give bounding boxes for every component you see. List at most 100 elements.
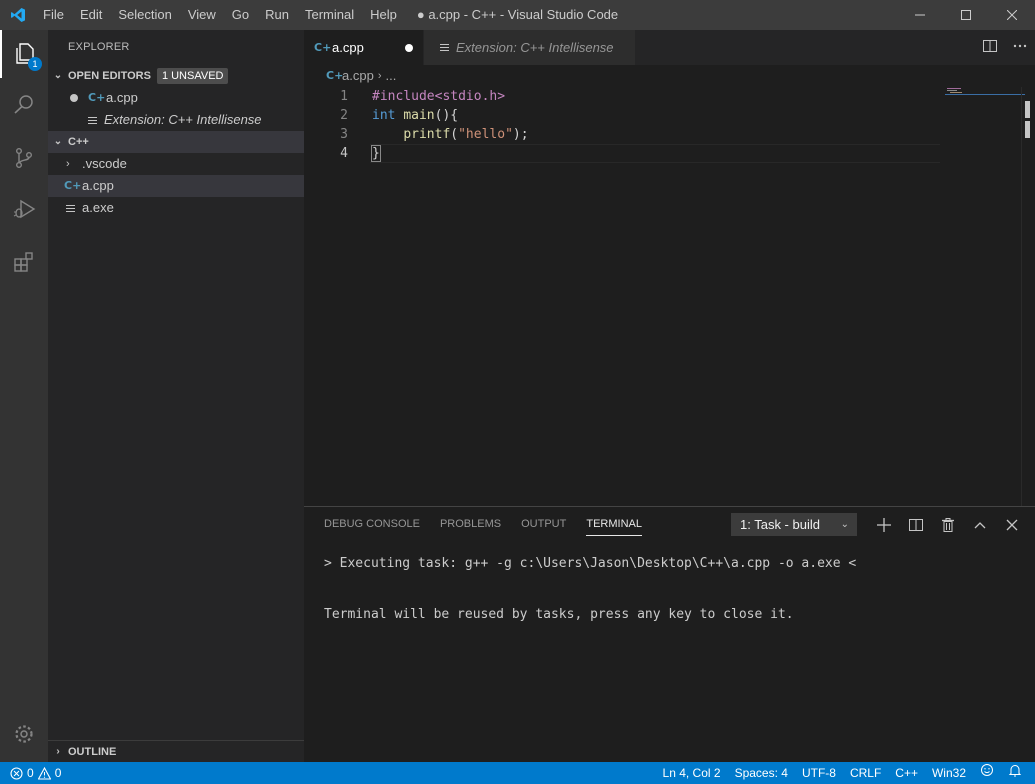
vscode-logo-icon <box>0 0 35 30</box>
panel-tab-output[interactable]: OUTPUT <box>511 507 576 542</box>
current-line-highlight <box>370 144 940 163</box>
chevron-down-icon: ⌄ <box>53 70 63 81</box>
manage-activity-button[interactable] <box>0 710 48 758</box>
breadcrumb-file[interactable]: a.cpp <box>342 65 374 87</box>
warning-icon <box>37 766 51 780</box>
menu-file[interactable]: File <box>35 0 72 30</box>
tab-label: a.cpp <box>332 40 364 55</box>
editor-tabs: C+ a.cpp Extension: C++ Intellisense <box>304 30 1035 65</box>
tab-a-cpp[interactable]: C+ a.cpp <box>304 30 424 65</box>
explorer-activity-button[interactable]: 1 <box>0 30 48 78</box>
tree-item-label: a.cpp <box>82 178 114 193</box>
unsaved-dot-icon[interactable] <box>405 43 413 52</box>
split-terminal-button[interactable] <box>900 513 932 536</box>
bell-icon <box>1008 765 1022 777</box>
problems-status[interactable]: 0 0 <box>10 762 61 784</box>
menu-run[interactable]: Run <box>257 0 297 30</box>
code-line-3: printf("hello"); <box>372 125 529 144</box>
close-window-button[interactable] <box>989 0 1035 30</box>
line-number: 1 <box>340 89 348 104</box>
ellipsis-icon <box>1013 44 1027 48</box>
search-activity-button[interactable] <box>0 80 48 128</box>
maximize-panel-button[interactable] <box>964 513 996 536</box>
more-actions-button[interactable] <box>1005 39 1035 56</box>
platform[interactable]: Win32 <box>925 762 973 784</box>
minimize-button[interactable] <box>897 0 943 30</box>
punct-token: ( <box>450 127 459 142</box>
open-editor-item-a-cpp[interactable]: C+ a.cpp <box>48 87 304 109</box>
feedback-button[interactable] <box>973 762 1001 784</box>
split-editor-button[interactable] <box>975 39 1005 56</box>
tree-item-label: a.exe <box>82 200 114 215</box>
editor-scrollbar[interactable] <box>1021 87 1035 506</box>
menu-view[interactable]: View <box>180 0 224 30</box>
breadcrumb: C+ a.cpp › ... <box>304 65 1035 87</box>
terminal-select[interactable]: 1: Task - build ⌄ <box>731 513 857 536</box>
punct-token: (){ <box>434 108 459 123</box>
bracket-match: } <box>371 145 381 162</box>
open-editors-label: OPEN EDITORS <box>68 70 151 82</box>
debug-icon <box>13 199 36 219</box>
source-control-icon <box>15 148 32 169</box>
folder-header[interactable]: ⌄ C++ <box>48 131 304 153</box>
tab-label: Extension: C++ Intellisense <box>456 40 614 55</box>
search-icon <box>14 95 33 114</box>
activity-bar: 1 <box>0 30 48 762</box>
kill-terminal-button[interactable] <box>932 513 964 536</box>
gear-icon <box>15 725 33 743</box>
end-of-line[interactable]: CRLF <box>843 762 888 784</box>
notifications-button[interactable] <box>1001 762 1029 784</box>
punct-token: ); <box>512 127 529 142</box>
source-control-activity-button[interactable] <box>0 134 48 182</box>
run-debug-activity-button[interactable] <box>0 185 48 233</box>
terminal-select-value: 1: Task - build <box>740 517 820 532</box>
open-editor-item-extension[interactable]: Extension: C++ Intellisense <box>48 109 304 131</box>
encoding[interactable]: UTF-8 <box>795 762 843 784</box>
minimap-preview <box>945 88 1025 95</box>
chevron-down-icon: ⌄ <box>840 519 849 530</box>
cpp-file-icon: C+ <box>88 91 106 104</box>
tree-item-a-cpp[interactable]: C+ a.cpp <box>48 175 304 197</box>
tree-item-vscode[interactable]: › .vscode <box>48 153 304 175</box>
function-token: main <box>403 108 435 123</box>
file-icon <box>66 204 82 212</box>
panel-tab-terminal[interactable]: TERMINAL <box>576 507 652 542</box>
breadcrumb-more[interactable]: ... <box>385 65 396 87</box>
maximize-button[interactable] <box>943 0 989 30</box>
open-editors-header[interactable]: ⌄ OPEN EDITORS 1 UNSAVED <box>48 65 304 87</box>
cpp-file-icon: C+ <box>314 41 332 54</box>
extensions-activity-button[interactable] <box>0 238 48 286</box>
tab-extension[interactable]: Extension: C++ Intellisense <box>424 30 636 65</box>
panel-tab-debug-console[interactable]: DEBUG CONSOLE <box>314 507 430 542</box>
chevron-right-icon: › <box>56 745 60 757</box>
menu-help[interactable]: Help <box>362 0 405 30</box>
menu-selection[interactable]: Selection <box>110 0 179 30</box>
indentation[interactable]: Spaces: 4 <box>728 762 795 784</box>
function-token: printf <box>403 127 451 142</box>
panel-tab-problems[interactable]: PROBLEMS <box>430 507 511 542</box>
new-terminal-button[interactable] <box>868 513 900 536</box>
tree-item-a-exe[interactable]: a.exe <box>48 197 304 219</box>
sidebar-title: EXPLORER <box>68 41 130 53</box>
explorer-badge: 1 <box>28 57 42 71</box>
unsaved-dot-icon <box>70 94 78 102</box>
terminal-line: > Executing task: g++ -g c:\Users\Jason\… <box>324 556 857 571</box>
close-panel-button[interactable] <box>996 513 1028 536</box>
menu-go[interactable]: Go <box>224 0 257 30</box>
terminal-line: Terminal will be reused by tasks, press … <box>324 607 794 622</box>
bottom-panel: DEBUG CONSOLE PROBLEMS OUTPUT TERMINAL 1… <box>304 506 1035 762</box>
menu-terminal[interactable]: Terminal <box>297 0 362 30</box>
minimap[interactable] <box>945 87 1025 506</box>
preview-file-icon <box>88 116 104 124</box>
unsaved-badge: 1 UNSAVED <box>156 68 229 84</box>
language-mode[interactable]: C++ <box>888 762 925 784</box>
error-count: 0 <box>27 766 34 780</box>
cursor-position[interactable]: Ln 4, Col 2 <box>656 762 728 784</box>
menu-edit[interactable]: Edit <box>72 0 110 30</box>
code-editor[interactable]: 1 2 3 4 #include<stdio.h> int main(){ pr… <box>304 87 1035 506</box>
chevron-right-icon: › <box>377 70 382 82</box>
menu-bar: File Edit Selection View Go Run Terminal… <box>35 0 405 30</box>
chevron-right-icon: › <box>66 158 70 170</box>
outline-header[interactable]: › OUTLINE <box>48 740 304 762</box>
extensions-icon <box>14 252 33 272</box>
